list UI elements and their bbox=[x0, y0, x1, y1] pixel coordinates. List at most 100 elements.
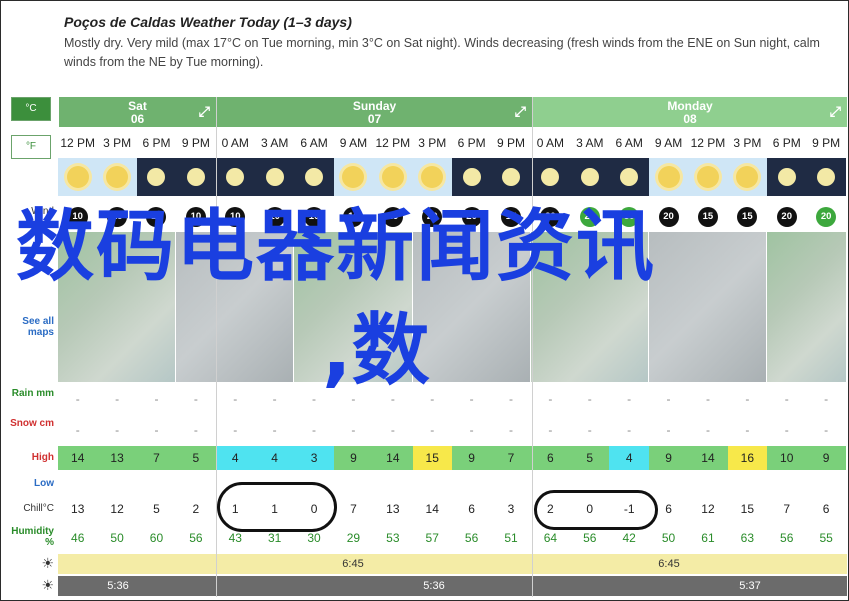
snow-cell: - bbox=[469, 423, 474, 437]
rain-cell: - bbox=[154, 392, 159, 406]
moon-icon bbox=[462, 168, 481, 186]
day-header-sat[interactable]: Sat 06 ⤢ bbox=[58, 97, 216, 127]
weather-cell bbox=[688, 158, 728, 196]
time-cell: 12 PM bbox=[375, 136, 411, 150]
wind-cell: 20 bbox=[806, 204, 845, 230]
weather-cell bbox=[727, 158, 768, 196]
time-cell: 6 PM bbox=[457, 136, 486, 150]
forecast-summary: Mostly dry. Very mild (max 17°C on Tue m… bbox=[64, 36, 820, 69]
high-label: High bbox=[31, 452, 54, 463]
time-row: 12 PM 3 PM 6 PM 9 PM 0 AM 3 AM 6 AM 9 AM 12 PM 3 … bbox=[58, 130, 846, 156]
map-thumbnail[interactable] bbox=[767, 232, 848, 382]
high-temp-cell: 5 bbox=[570, 446, 610, 470]
expand-icon[interactable]: ⤢ bbox=[199, 104, 210, 118]
rain-cell: - bbox=[115, 392, 120, 406]
moon-icon bbox=[305, 168, 324, 186]
day-date: 06 bbox=[130, 112, 145, 126]
sunrise-icon: ☀ bbox=[41, 555, 54, 571]
chill-cell: 3 bbox=[507, 502, 515, 516]
low-label: Low bbox=[34, 478, 54, 489]
weather-cell bbox=[136, 158, 177, 196]
wind-cell: 15 bbox=[688, 204, 727, 230]
expand-icon[interactable]: ⤢ bbox=[830, 104, 841, 118]
rain-cell: - bbox=[233, 392, 238, 406]
day-date: 08 bbox=[683, 112, 697, 126]
high-temp-cell: 14 bbox=[688, 446, 728, 470]
rain-cell: - bbox=[469, 392, 474, 406]
celsius-toggle[interactable]: °C bbox=[11, 97, 51, 121]
moon-icon bbox=[186, 168, 205, 186]
sun-icon bbox=[696, 166, 719, 188]
chill-cell: 12 bbox=[110, 502, 124, 516]
weather-cell bbox=[806, 158, 846, 196]
time-cell: 9 PM bbox=[181, 136, 210, 150]
page-title: Poços de Caldas Weather Today (1–3 days) bbox=[64, 14, 352, 30]
high-temp-cell: 16 bbox=[727, 446, 768, 470]
wind-arrow-icon: 15 bbox=[737, 207, 758, 227]
high-temp-cell: 9 bbox=[648, 446, 689, 470]
weather-cell bbox=[294, 158, 334, 196]
expand-icon[interactable]: ⤢ bbox=[515, 104, 526, 118]
humidity-cell: 55 bbox=[819, 531, 833, 545]
sunrise-row: 6:45 6:45 bbox=[58, 554, 847, 574]
high-temp-cell: 10 bbox=[767, 446, 807, 470]
humidity-cell: 29 bbox=[346, 531, 361, 545]
chill-cell: 2 bbox=[192, 502, 200, 516]
forecast-header: Poços de Caldas Weather Today (1–3 days)… bbox=[64, 14, 844, 72]
weather-cell bbox=[570, 158, 610, 196]
sun-icon bbox=[381, 166, 404, 188]
time-cell: 0 AM bbox=[221, 136, 249, 150]
sun-icon bbox=[657, 166, 680, 188]
day-header-monday[interactable]: Monday 08 ⤢ bbox=[532, 97, 847, 127]
sunrise-time: 6:45 bbox=[342, 558, 364, 570]
day-header-sunday[interactable]: Sunday 07 ⤢ bbox=[216, 97, 532, 127]
humidity-cell: 51 bbox=[504, 531, 518, 545]
watermark-text: ,数 bbox=[322, 306, 430, 396]
map-thumbnail[interactable] bbox=[648, 232, 768, 382]
time-cell: 9 PM bbox=[812, 136, 841, 150]
time-cell: 9 AM bbox=[339, 136, 368, 150]
chill-cell: 13 bbox=[71, 502, 85, 516]
see-all-maps-link[interactable]: See all maps bbox=[2, 316, 58, 338]
high-temp-cell: 14 bbox=[373, 446, 413, 470]
wind-arrow-icon: 20 bbox=[816, 207, 837, 227]
snow-cell: - bbox=[745, 423, 750, 437]
snow-cell: - bbox=[627, 423, 632, 437]
moon-icon bbox=[265, 168, 284, 186]
rain-cell: - bbox=[666, 392, 671, 406]
snow-cell: - bbox=[784, 423, 789, 437]
humidity-cell: 57 bbox=[425, 531, 439, 545]
moon-icon bbox=[501, 168, 520, 186]
weather-cell bbox=[530, 158, 571, 196]
time-cell: 12 PM bbox=[60, 136, 96, 150]
moon-icon bbox=[541, 168, 560, 186]
weather-cell bbox=[412, 158, 452, 196]
watermark-text: 数码电器新闻资讯 bbox=[16, 202, 657, 292]
high-temp-cell: 6 bbox=[530, 446, 571, 470]
snow-cell: - bbox=[351, 423, 356, 437]
sun-icon bbox=[736, 166, 759, 188]
day-separator bbox=[216, 97, 217, 597]
humidity-cell: 50 bbox=[110, 531, 124, 545]
rain-label: Rain mm bbox=[11, 388, 54, 399]
high-temp-cell: 4 bbox=[215, 446, 255, 470]
rain-cell: - bbox=[193, 392, 198, 406]
weather-cell bbox=[491, 158, 531, 196]
chill-row: 13 12 5 2 1 1 0 7 13 14 6 3 2 0 -1 6 12 15 7 6 bbox=[58, 497, 846, 521]
humidity-cell: 64 bbox=[543, 531, 558, 545]
humidity-cell: 56 bbox=[464, 531, 479, 545]
fahrenheit-toggle[interactable]: °F bbox=[11, 135, 51, 159]
humidity-cell: 42 bbox=[622, 531, 636, 545]
hand-drawn-circle bbox=[534, 490, 658, 530]
snow-cell: - bbox=[824, 423, 829, 437]
time-cell: 6 PM bbox=[772, 136, 801, 150]
weather-cell bbox=[373, 158, 413, 196]
weather-cell bbox=[767, 158, 807, 196]
humidity-cell: 50 bbox=[661, 531, 676, 545]
high-temp-cell: 4 bbox=[609, 446, 649, 470]
chill-cell: 15 bbox=[740, 502, 755, 516]
time-cell: 0 AM bbox=[536, 136, 565, 150]
snow-cell: - bbox=[272, 423, 277, 437]
high-temp-cell: 13 bbox=[97, 446, 137, 470]
day-separator bbox=[532, 97, 533, 597]
